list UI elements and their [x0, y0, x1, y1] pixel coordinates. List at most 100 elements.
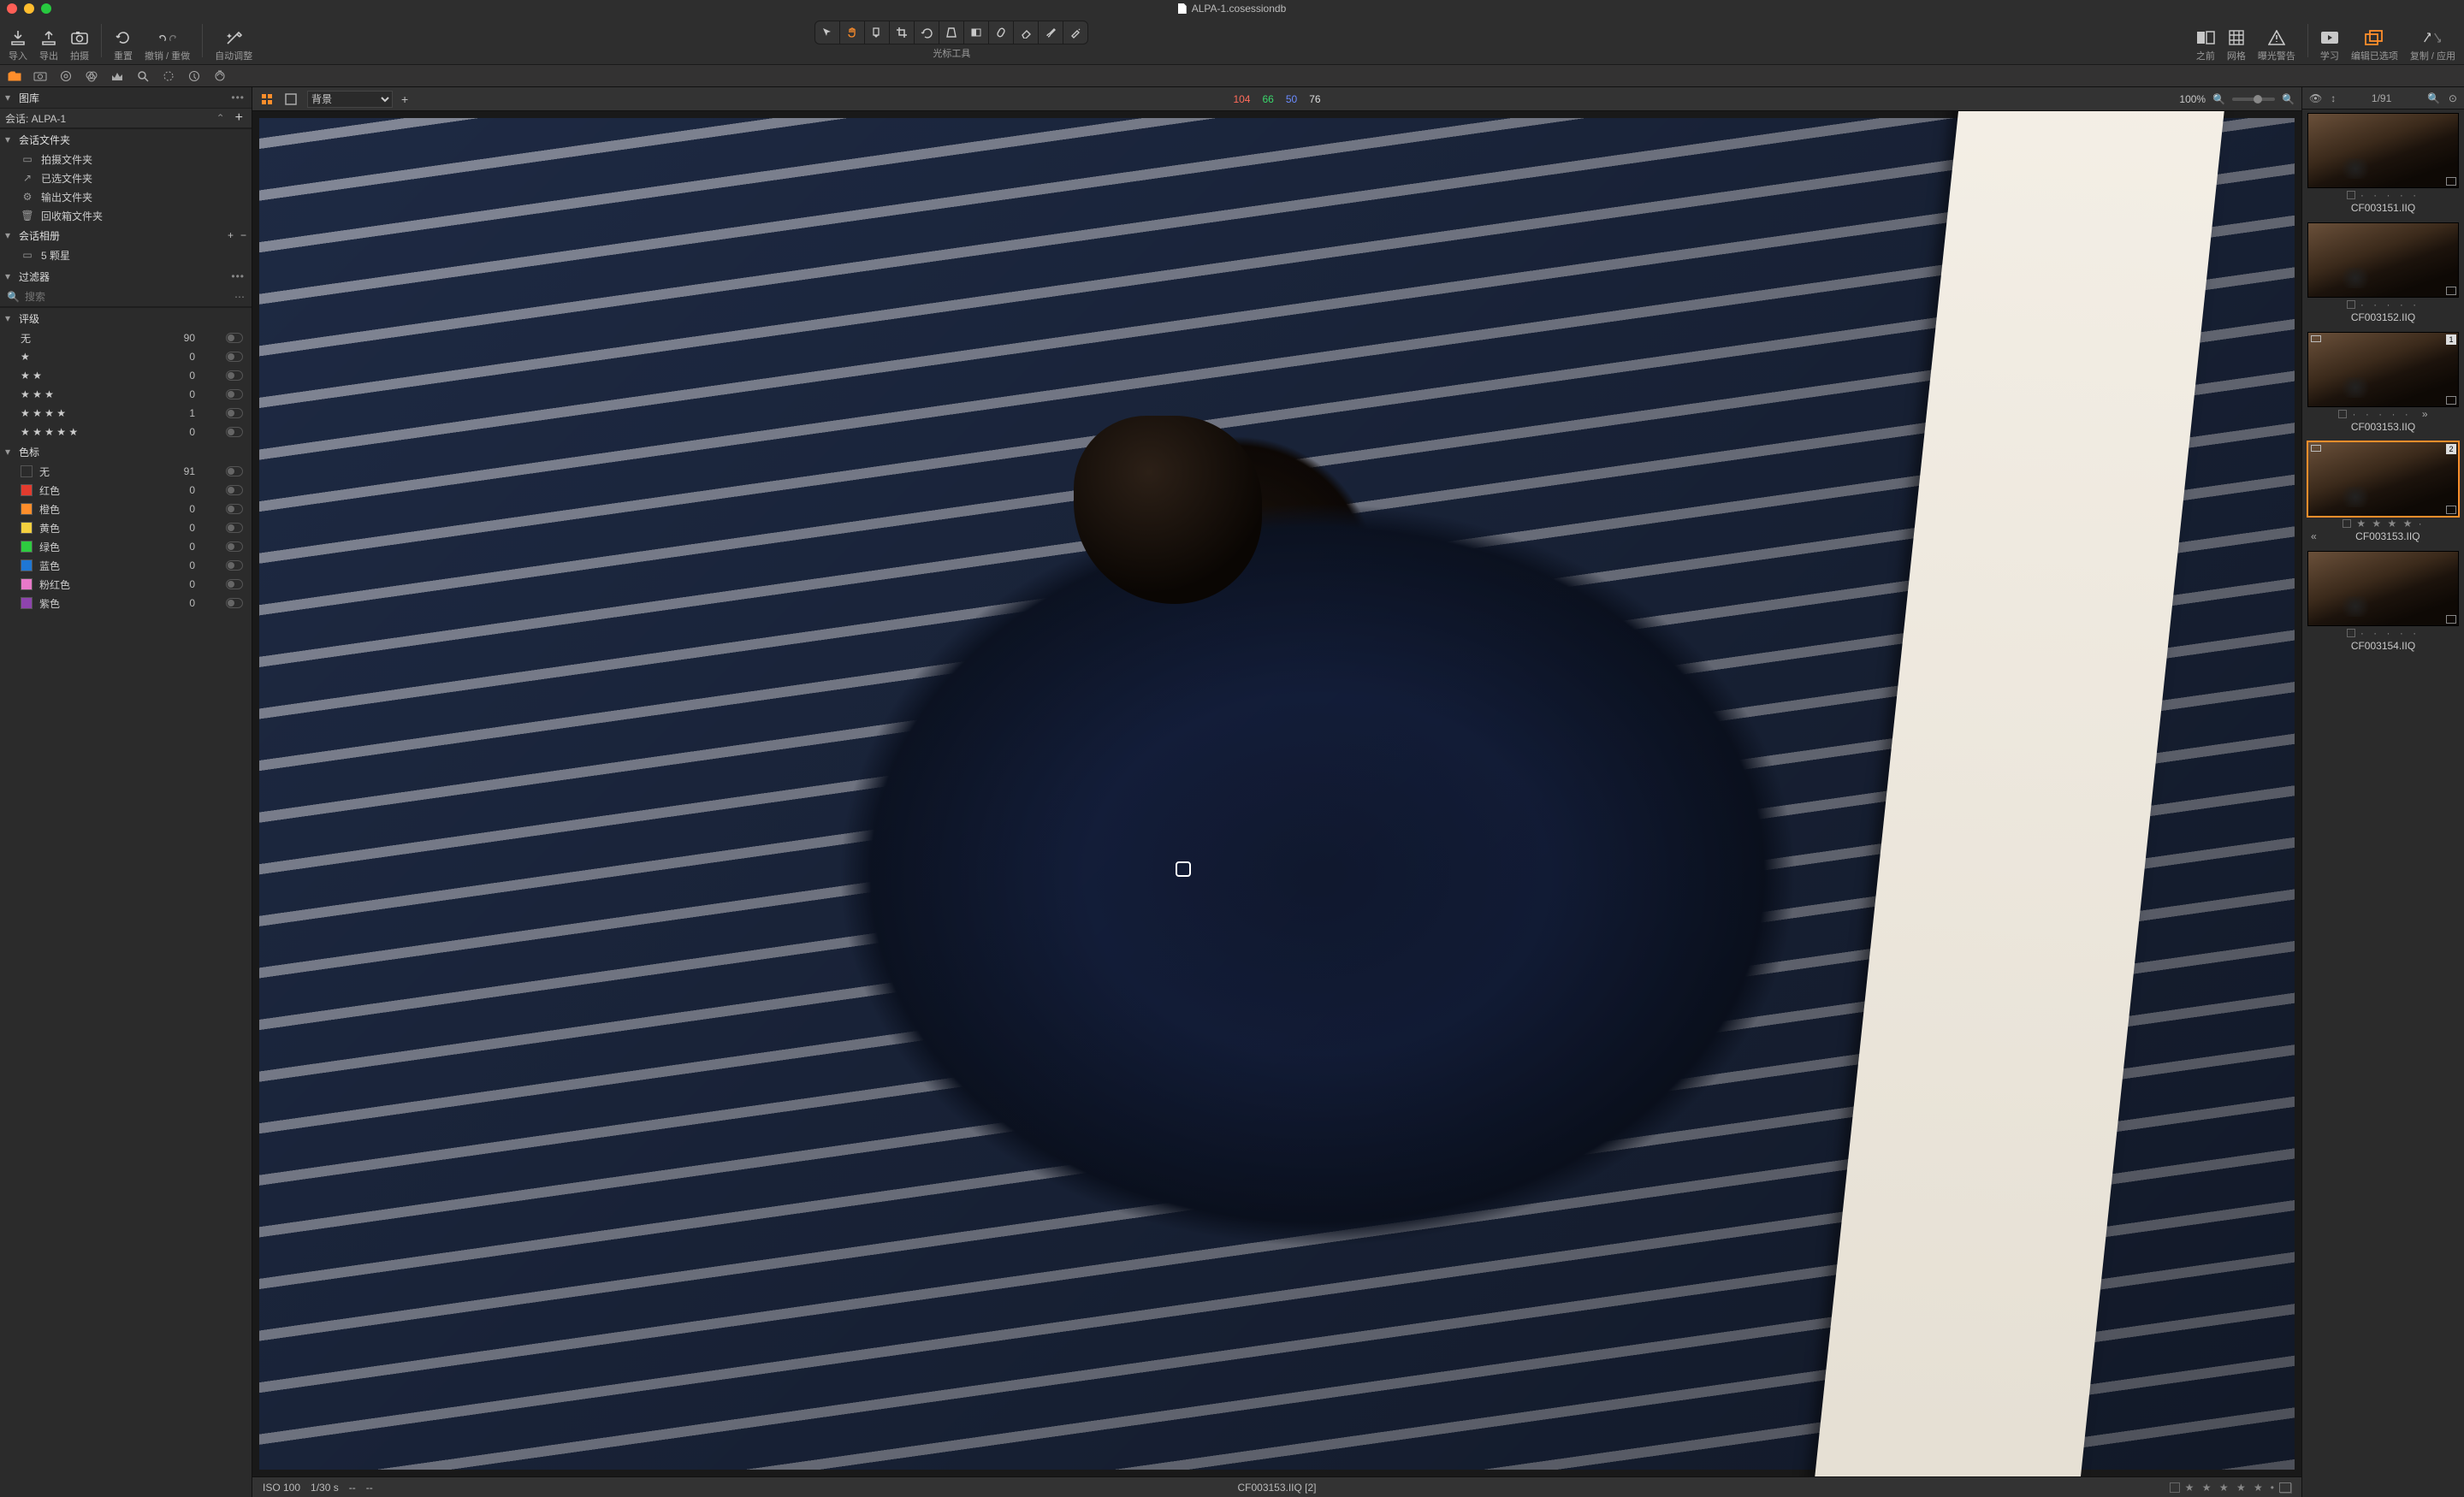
zoom-slider[interactable] [2232, 98, 2275, 101]
add-session-icon[interactable]: + [232, 110, 246, 126]
brush-tool[interactable] [1039, 21, 1063, 44]
library-header[interactable]: ▾图库••• [0, 87, 252, 108]
grid-button[interactable]: 网格 [2227, 28, 2246, 62]
colorlabel-none[interactable]: 无91 [0, 462, 252, 481]
window-zoom[interactable] [41, 3, 51, 14]
variant-select[interactable]: 背景 [307, 91, 393, 108]
capture-button[interactable]: 拍摄 [70, 28, 89, 62]
toggle-icon[interactable] [226, 541, 243, 552]
import-button[interactable]: 导入 [9, 28, 27, 62]
trash-folder[interactable]: 🗑回收箱文件夹 [0, 206, 252, 225]
toggle-icon[interactable] [226, 485, 243, 495]
more-icon[interactable]: ••• [231, 270, 245, 282]
toggle-icon[interactable] [226, 560, 243, 571]
colorlabel-purple[interactable]: 紫色0 [0, 594, 252, 612]
thumb-rating[interactable]: ★ ★ ★ ★ · [2356, 518, 2423, 530]
erase-tool[interactable] [1014, 21, 1039, 44]
colorlabel-red[interactable]: 红色0 [0, 481, 252, 500]
thumb-rating[interactable]: · · · · · [2360, 189, 2420, 201]
viewport[interactable] [252, 111, 2301, 1476]
tab-details[interactable] [135, 68, 151, 84]
album-5star[interactable]: ▭5 颗星 [0, 246, 252, 264]
session-selector[interactable]: 会话: ALPA-1 ⌃ + [0, 108, 252, 128]
window-minimize[interactable] [24, 3, 34, 14]
zoom-in-icon[interactable]: 🔍 [2282, 93, 2295, 105]
session-albums-header[interactable]: ▾会话相册+− [0, 225, 252, 246]
stack-icon[interactable] [2279, 1482, 2291, 1493]
rating-5[interactable]: ★ ★ ★ ★ ★0 [0, 423, 252, 441]
toggle-icon[interactable] [226, 370, 243, 381]
thumbnail[interactable]: · · · · ·CF003154.IIQ [2307, 551, 2459, 652]
rating-2[interactable]: ★ ★0 [0, 366, 252, 385]
thumbnail-image[interactable] [2307, 113, 2459, 188]
collapse-icon[interactable]: « [2307, 530, 2317, 542]
export-button[interactable]: 导出 [39, 28, 58, 62]
tab-output[interactable] [212, 68, 228, 84]
output-folder[interactable]: ⚙输出文件夹 [0, 187, 252, 206]
thumbnail-image[interactable]: 2 [2307, 441, 2459, 517]
reset-button[interactable]: 重置 [114, 28, 133, 62]
colorlabel-yellow[interactable]: 黄色0 [0, 518, 252, 537]
colorlabel-header[interactable]: ▾色标 [0, 441, 252, 462]
more-icon[interactable]: ••• [231, 92, 245, 104]
sort-icon[interactable]: ↕ [2331, 92, 2336, 104]
toggle-icon[interactable] [226, 333, 243, 343]
color-tag[interactable] [2347, 191, 2355, 199]
rating-dot[interactable]: • [2271, 1482, 2274, 1494]
filters-header[interactable]: ▾过滤器••• [0, 266, 252, 287]
view-single-icon[interactable] [283, 92, 299, 107]
toggle-icon[interactable] [226, 427, 243, 437]
remove-album-icon[interactable]: − [240, 229, 246, 241]
colorlabel-pink[interactable]: 粉红色0 [0, 575, 252, 594]
toggle-icon[interactable] [226, 466, 243, 476]
browser-zoom-icon[interactable]: ⊙ [2449, 92, 2457, 104]
auto-adjust-button[interactable]: 自动调整 [215, 28, 252, 62]
color-tag[interactable] [2338, 410, 2347, 418]
colorlabel-blue[interactable]: 蓝色0 [0, 556, 252, 575]
color-tag[interactable] [2343, 519, 2351, 528]
rating-1[interactable]: ★0 [0, 347, 252, 366]
undo-redo-button[interactable]: 撤销 / 重做 [145, 28, 190, 62]
copy-apply-button[interactable]: 复制 / 应用 [2410, 28, 2455, 62]
heal-tool[interactable] [989, 21, 1014, 44]
learn-button[interactable]: 学习 [2320, 28, 2339, 62]
thumbnail-list[interactable]: · · · · ·CF003151.IIQ· · · · ·CF003152.I… [2302, 109, 2464, 1497]
thumb-rating[interactable]: · · · · · [2352, 408, 2411, 420]
tab-color[interactable] [84, 68, 99, 84]
toggle-icon[interactable] [226, 598, 243, 608]
thumbnail[interactable]: · · · · ·CF003151.IIQ [2307, 113, 2459, 214]
exposure-warning-button[interactable]: 曝光警告 [2258, 28, 2295, 62]
thumb-rating[interactable]: · · · · · [2360, 299, 2420, 311]
selected-folder[interactable]: ↗已选文件夹 [0, 169, 252, 187]
gradient-tool[interactable] [964, 21, 989, 44]
rating-none[interactable]: 无90 [0, 328, 252, 347]
thumbnail-image[interactable] [2307, 551, 2459, 626]
color-picker-tool[interactable] [865, 21, 890, 44]
tab-metadata[interactable] [187, 68, 202, 84]
rating-picker[interactable]: ★ ★ ★ ★ ★ [2185, 1482, 2266, 1494]
window-close[interactable] [7, 3, 17, 14]
session-folders-header[interactable]: ▾会话文件夹 [0, 129, 252, 150]
colorlabel-orange[interactable]: 橙色0 [0, 500, 252, 518]
filter-search[interactable]: 🔍 ⋯ [0, 287, 252, 307]
toggle-icon[interactable] [226, 504, 243, 514]
rotate-tool[interactable] [915, 21, 939, 44]
add-variant-icon[interactable]: + [401, 92, 408, 106]
color-tag-picker[interactable] [2170, 1482, 2180, 1493]
toggle-icon[interactable] [226, 408, 243, 418]
thumb-rating[interactable]: · · · · · [2360, 627, 2420, 639]
thumbnail[interactable]: · · · · ·CF003152.IIQ [2307, 222, 2459, 323]
view-grid-icon[interactable] [259, 92, 275, 107]
capture-folder[interactable]: ▭拍摄文件夹 [0, 150, 252, 169]
tab-library[interactable] [7, 68, 22, 84]
color-tag[interactable] [2347, 300, 2355, 309]
zoom-value[interactable]: 100% [2179, 93, 2206, 105]
magic-brush-tool[interactable] [1063, 21, 1087, 44]
colorlabel-green[interactable]: 绿色0 [0, 537, 252, 556]
toggle-icon[interactable] [226, 523, 243, 533]
thumbnail[interactable]: 2★ ★ ★ ★ ·«CF003153.IIQ [2307, 441, 2459, 542]
thumbnail[interactable]: 1· · · · ·»CF003153.IIQ [2307, 332, 2459, 433]
rating-header[interactable]: ▾评级 [0, 308, 252, 328]
rating-3[interactable]: ★ ★ ★0 [0, 385, 252, 404]
eye-icon[interactable]: 👁 [2309, 92, 2322, 104]
